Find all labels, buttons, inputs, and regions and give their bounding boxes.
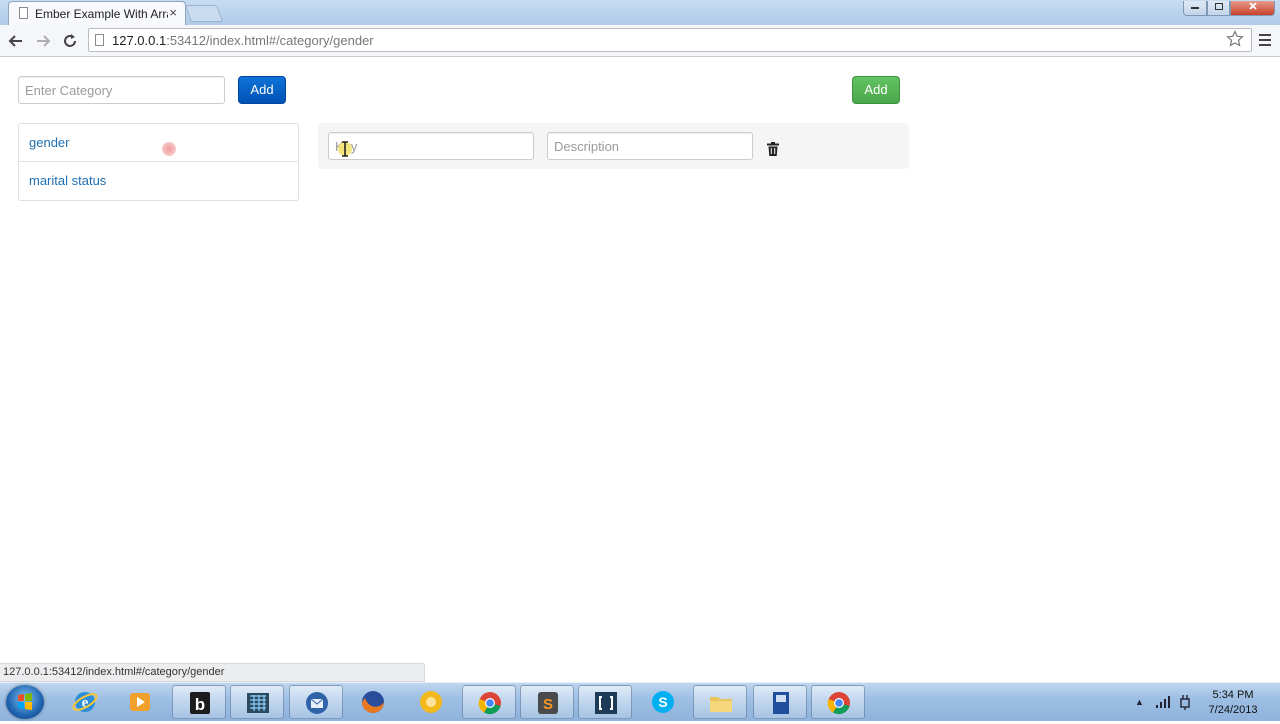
chrome-icon [478, 692, 501, 715]
text-cursor-icon [338, 141, 352, 157]
taskbar-brackets[interactable] [578, 685, 632, 719]
film-editor-icon [773, 692, 789, 714]
new-tab-button[interactable] [184, 5, 224, 22]
taskbar-chrome-active[interactable] [811, 685, 865, 719]
forward-arrow-icon[interactable] [33, 31, 53, 51]
taskbar-norton[interactable] [404, 685, 458, 719]
bookmark-star-icon[interactable] [1226, 30, 1244, 48]
category-input[interactable] [18, 76, 225, 104]
click-indicator [162, 142, 176, 156]
taskbar-file-explorer[interactable] [693, 685, 747, 719]
tray-expand-icon[interactable]: ▲ [1135, 697, 1144, 707]
internet-explorer-icon: e [72, 692, 98, 712]
windows-logo-icon [18, 693, 32, 710]
add-item-button[interactable]: Add [852, 76, 900, 104]
taskbar-thunderbird[interactable] [289, 685, 343, 719]
page-icon [95, 34, 104, 46]
start-button[interactable] [6, 685, 44, 719]
folder-icon [710, 697, 732, 712]
taskbar-media-player[interactable] [113, 685, 167, 719]
restore-icon [1214, 3, 1223, 10]
norton-icon [420, 691, 442, 713]
url-host: 127.0.0.1 [112, 33, 167, 48]
sublime-text-icon: S [538, 692, 558, 714]
back-arrow-icon[interactable] [6, 31, 26, 51]
taskbar-firefox[interactable] [346, 685, 400, 719]
window-minimize-button[interactable] [1183, 1, 1207, 16]
description-input[interactable] [547, 132, 753, 160]
browser-toolbar: 127.0.0.1:53412/index.html#/category/gen… [0, 25, 1280, 57]
taskbar-internet-explorer[interactable]: e [58, 685, 112, 719]
svg-text:S: S [543, 696, 553, 713]
svg-text:S: S [658, 694, 667, 710]
address-url: 127.0.0.1:53412/index.html#/category/gen… [112, 33, 374, 48]
window-close-button[interactable] [1230, 1, 1275, 16]
minimize-icon [1191, 7, 1199, 9]
brackets-icon [595, 692, 617, 714]
app-grid-icon [247, 693, 269, 713]
thunderbird-icon [306, 692, 328, 714]
category-item-gender[interactable]: gender [19, 124, 298, 162]
status-bubble: 127.0.0.1:53412/index.html#/category/gen… [0, 663, 425, 682]
taskbar-film-editor[interactable] [753, 685, 807, 719]
firefox-icon [362, 691, 384, 713]
media-player-icon [130, 693, 150, 711]
tab-title: Ember Example With Array [35, 7, 168, 21]
taskbar-sublime-text[interactable]: S [520, 685, 574, 719]
key-input[interactable] [328, 132, 534, 160]
category-item-marital-status[interactable]: marital status [19, 162, 298, 200]
close-icon [1248, 2, 1257, 10]
window-restore-button[interactable] [1207, 1, 1230, 16]
taskbar-chrome[interactable] [462, 685, 516, 719]
address-bar[interactable]: 127.0.0.1:53412/index.html#/category/gen… [88, 28, 1252, 52]
reload-icon[interactable] [60, 31, 80, 51]
url-path: :53412/index.html#/category/gender [166, 33, 374, 48]
taskbar-fiddler[interactable]: b [172, 685, 226, 719]
trash-icon[interactable] [767, 142, 779, 156]
chrome-icon [827, 692, 850, 715]
tab-close-icon[interactable]: × [169, 5, 177, 20]
skype-icon: S [652, 691, 674, 713]
power-plug-icon[interactable] [1178, 694, 1192, 710]
svg-text:b: b [195, 695, 205, 714]
browser-title-bar: Ember Example With Array × [0, 0, 1280, 25]
clock-time: 5:34 PM [1212, 689, 1254, 701]
fiddler-icon: b [190, 692, 210, 714]
category-list: gender marital status [18, 123, 299, 201]
system-clock[interactable]: 5:34 PM 7/24/2013 [1198, 688, 1268, 718]
clock-date: 7/24/2013 [1208, 704, 1258, 716]
browser-menu-icon[interactable] [1257, 32, 1273, 48]
browser-tab[interactable]: Ember Example With Array × [8, 1, 186, 25]
network-icon[interactable] [1155, 695, 1171, 709]
taskbar-app-grid[interactable] [230, 685, 284, 719]
windows-taskbar: e b S S ▲ 5:34 PM 7/24/2013 [0, 682, 1280, 721]
page-favicon-icon [19, 7, 28, 19]
add-category-button[interactable]: Add [238, 76, 286, 104]
taskbar-skype[interactable]: S [636, 685, 690, 719]
